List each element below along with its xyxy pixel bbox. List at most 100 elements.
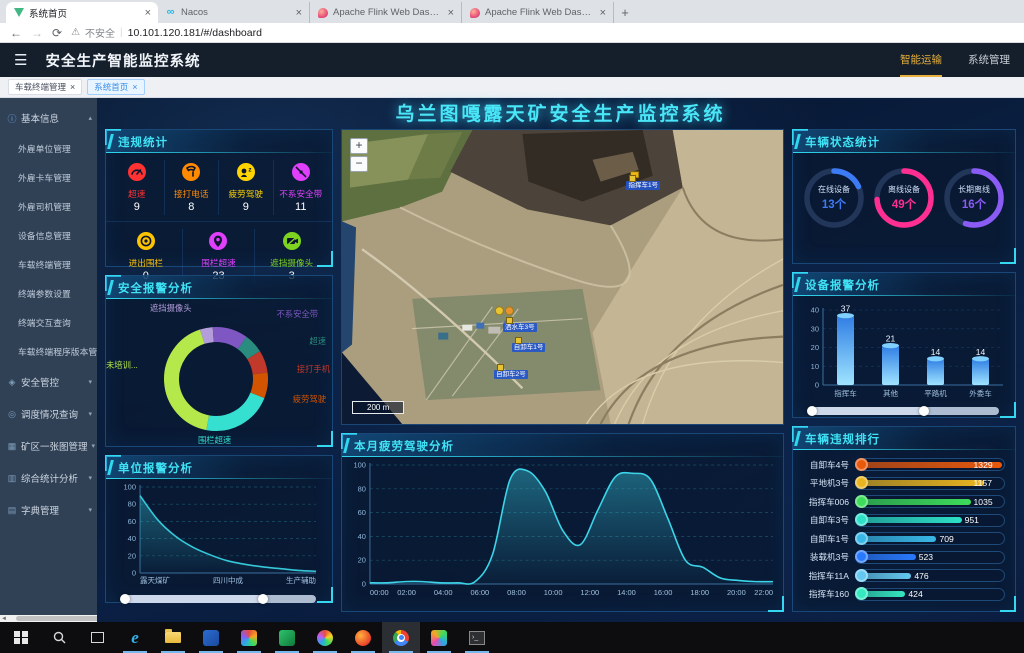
page-tab-close-icon[interactable]: ×	[132, 82, 137, 92]
panel-title: 本月疲劳驾驶分析	[342, 434, 783, 457]
horizontal-scrollbar[interactable]: ◄ ►	[0, 615, 97, 622]
svg-text:20: 20	[811, 343, 819, 352]
map-vehicle-marker[interactable]: 自卸车1号	[512, 343, 546, 352]
eye-icon: ◎	[7, 409, 17, 420]
chevron-down-icon: ▾	[88, 474, 92, 482]
browser-tab-3[interactable]: Apache Flink Web Dashboard×	[462, 2, 614, 23]
hamburger-icon[interactable]: ☰	[14, 51, 27, 69]
file-explorer-icon[interactable]	[154, 622, 192, 653]
panel-title: 设备报警分析	[793, 273, 1015, 296]
dashboard-title: 乌兰图嘎露天矿安全生产监控系统	[105, 101, 1016, 129]
terminal-icon[interactable]: ›_	[458, 622, 496, 653]
forward-icon[interactable]: →	[31, 26, 43, 40]
scroll-track[interactable]	[8, 615, 97, 622]
panel-fatigue: 本月疲劳驾驶分析 02040608010000:0002:0004:0006:0…	[341, 433, 784, 612]
sidebar-section-label: 综合统计分析	[21, 471, 78, 485]
stats-icon: ▥	[7, 473, 17, 484]
sidebar-section-2[interactable]: ◎调度情况查询▾	[0, 398, 97, 430]
map-zoom-in-button[interactable]: +	[350, 138, 368, 154]
status-ring-0: 在线设备13个	[801, 165, 867, 231]
sidebar-item-0-6[interactable]: 终端交互查询	[0, 308, 97, 337]
sidebar-item-0-7[interactable]: 车载终端程序版本管理	[0, 337, 97, 366]
header-nav-0[interactable]: 智能运输	[900, 43, 942, 77]
status-ring-2: 长期离线16个	[941, 165, 1007, 231]
map-vehicle-marker[interactable]: 指挥车1号	[626, 181, 660, 190]
sidebar-item-0-4[interactable]: 车载终端管理	[0, 250, 97, 279]
sidebar-item-0-1[interactable]: 外雇卡车管理	[0, 163, 97, 192]
rank-dot	[855, 458, 868, 471]
sidebar-item-0-2[interactable]: 外雇司机管理	[0, 192, 97, 221]
sidebar-section-4[interactable]: ▥ 综合统计分析 ▾	[0, 462, 97, 494]
app-rainbow-icon[interactable]	[306, 622, 344, 653]
map-zoom-out-button[interactable]: −	[350, 156, 368, 172]
tab-close-icon[interactable]: ×	[600, 7, 606, 19]
sidebar-section-1[interactable]: ◈安全管控▾	[0, 366, 97, 398]
start-button[interactable]	[2, 622, 40, 653]
rank-dot	[855, 532, 868, 545]
tab-close-icon[interactable]: ×	[296, 7, 302, 19]
satellite-map[interactable]: + − 200 m 指挥车1号洒水车3号自卸车1号自卸车2号	[341, 129, 784, 425]
slider-knob[interactable]	[258, 594, 268, 604]
svg-text:10:00: 10:00	[544, 588, 563, 597]
new-tab-button[interactable]: +	[614, 2, 636, 23]
app-paint-icon[interactable]	[420, 622, 458, 653]
rank-row-6: 指挥车11A476	[799, 569, 1005, 582]
reload-icon[interactable]: ⟳	[52, 26, 62, 40]
data-zoom-slider[interactable]	[809, 407, 999, 415]
app-title: 安全生产智能监控系统	[45, 50, 200, 71]
scroll-thumb[interactable]	[16, 616, 97, 621]
header-nav-1[interactable]: 系统管理	[968, 43, 1010, 77]
donut-label: 围栏超速	[198, 434, 231, 446]
page-tab-label: 系统首页	[94, 81, 128, 93]
app-green-icon[interactable]	[268, 622, 306, 653]
browser-tab-2[interactable]: Apache Flink Web Dashboard×	[310, 2, 462, 23]
seatbelt-icon	[291, 162, 311, 187]
rank-value: 476	[914, 571, 928, 581]
page-tab-close-icon[interactable]: ×	[70, 82, 75, 92]
warning-icon: ⚠	[71, 27, 80, 38]
browser-tab-0[interactable]: 系统首页×	[6, 2, 158, 23]
chrome-icon[interactable]	[382, 622, 420, 653]
svg-text:其他: 其他	[883, 388, 898, 398]
ie-icon[interactable]: e	[116, 622, 154, 653]
slider-knob[interactable]	[919, 406, 929, 416]
app-pinwheel-icon[interactable]	[230, 622, 268, 653]
slider-knob[interactable]	[120, 594, 130, 604]
search-icon[interactable]	[40, 622, 78, 653]
app-orange-icon[interactable]	[344, 622, 382, 653]
app-blue-icon[interactable]	[192, 622, 230, 653]
back-icon[interactable]: ←	[10, 26, 22, 40]
pin-icon	[208, 231, 228, 256]
sidebar-item-0-3[interactable]: 设备信息管理	[0, 221, 97, 250]
map-vehicle-marker[interactable]: 自卸车2号	[494, 370, 528, 379]
sidebar-section-3[interactable]: ▦矿区一张图管理▾	[0, 430, 97, 462]
sidebar-item-0-0[interactable]: 外雇单位管理	[0, 134, 97, 163]
sidebar-section-label: 矿区一张图管理	[21, 439, 88, 453]
map-vehicle-marker[interactable]: 洒水车3号	[503, 323, 537, 332]
rank-row-1: 平地机3号1157	[799, 477, 1005, 490]
page-tab-1[interactable]: 系统首页 ×	[87, 79, 144, 95]
svg-text:14: 14	[931, 347, 941, 357]
slider-knob[interactable]	[807, 406, 817, 416]
tab-close-icon[interactable]: ×	[448, 7, 454, 19]
browser-tab-1[interactable]: ∞Nacos×	[158, 2, 310, 23]
sidebar-section-5[interactable]: ▤字典管理▾	[0, 494, 97, 526]
svg-text:40: 40	[128, 534, 136, 543]
page-tab-0[interactable]: 车载终端管理×	[8, 79, 82, 95]
rank-value: 523	[919, 552, 933, 562]
data-zoom-slider[interactable]	[122, 595, 316, 603]
tab-close-icon[interactable]: ×	[145, 7, 151, 19]
address-bar[interactable]: ⚠ 不安全 | 10.101.120.181/#/dashboard	[71, 25, 262, 40]
rank-value: 1035	[974, 497, 993, 507]
svg-text:30: 30	[811, 324, 819, 333]
sidebar-section-0[interactable]: ⓘ基本信息▴	[0, 102, 97, 134]
svg-text:18:00: 18:00	[690, 588, 709, 597]
svg-text:0: 0	[815, 381, 819, 390]
rank-bar	[861, 517, 962, 523]
scroll-left-icon[interactable]: ◄	[0, 616, 8, 622]
sidebar-item-0-5[interactable]: 终端参数设置	[0, 279, 97, 308]
rank-track: 709	[855, 532, 1005, 545]
nacos-favicon-icon: ∞	[165, 7, 176, 18]
task-view-icon[interactable]	[78, 622, 116, 653]
svg-text:00:00: 00:00	[370, 588, 389, 597]
